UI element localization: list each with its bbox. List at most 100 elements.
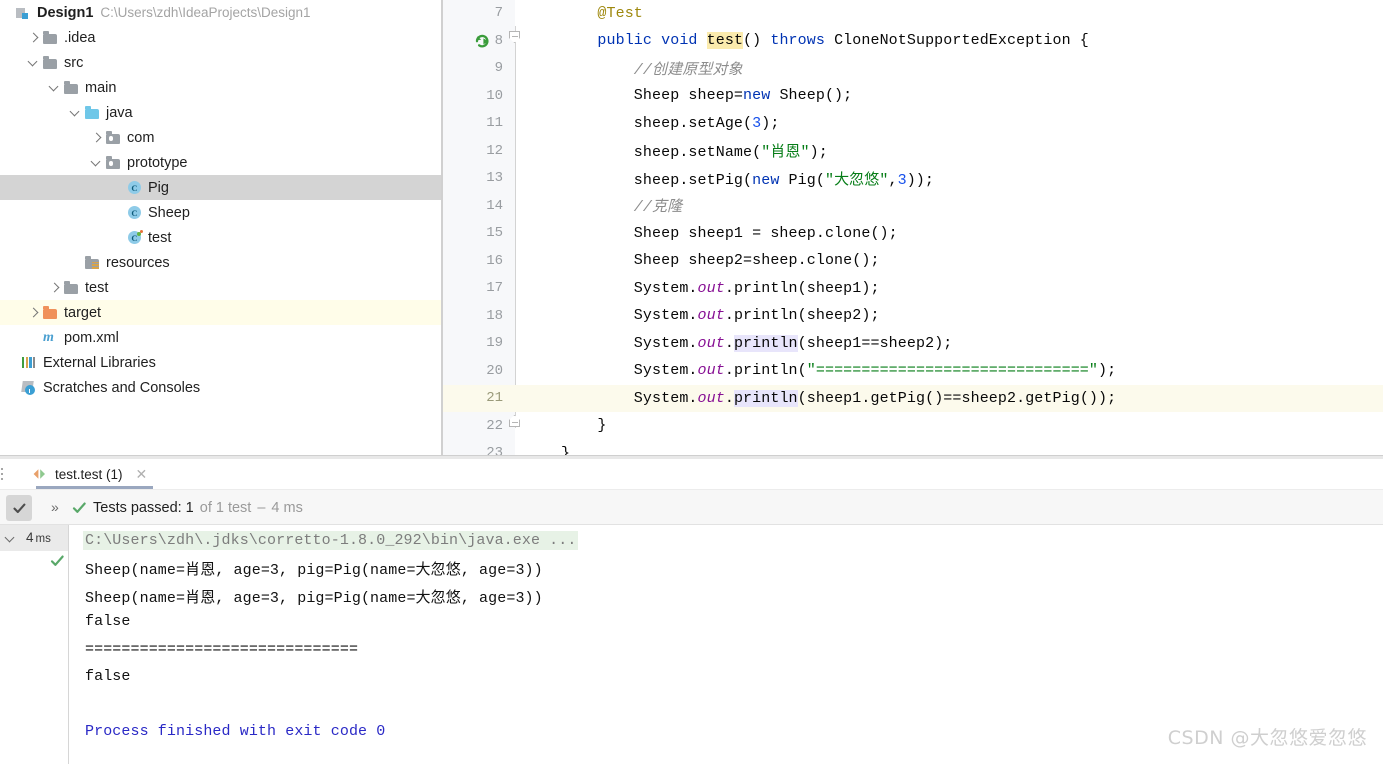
status-check-icon — [72, 501, 87, 515]
console-output-line: ============================== — [85, 641, 358, 658]
line-number: 10 — [443, 88, 503, 104]
twisty-icon[interactable] — [90, 156, 103, 169]
twisty-icon[interactable] — [27, 56, 40, 69]
code-line[interactable]: 14 //克隆 — [443, 192, 1383, 220]
console-command-line: C:\Users\zdh\.jdks\corretto-1.8.0_292\bi… — [83, 531, 578, 550]
tree-item-label: prototype — [127, 155, 187, 171]
twisty-placeholder — [6, 356, 19, 369]
code-line[interactable]: 13 sheep.setPig(new Pig("大忽悠",3)); — [443, 165, 1383, 193]
code-line[interactable]: 22 } — [443, 412, 1383, 440]
twisty-icon[interactable] — [90, 131, 103, 144]
source-folder-icon — [84, 105, 101, 121]
tree-row-java[interactable]: java — [0, 100, 443, 125]
line-number: 18 — [443, 308, 503, 324]
code-line[interactable]: 21 System.out.println(sheep1.getPig()==s… — [443, 385, 1383, 413]
run-tool-window: test.test (1) ✕ » Tests passed: 1 of 1 t… — [0, 459, 1383, 764]
tree-row-scratches-and-consoles[interactable]: Scratches and Consoles — [0, 375, 443, 400]
line-number: 12 — [443, 143, 503, 159]
twisty-placeholder — [27, 331, 40, 344]
tree-item-label: Pig — [148, 180, 169, 196]
tree-row-prototype[interactable]: prototype — [0, 150, 443, 175]
twisty-icon[interactable] — [0, 6, 13, 19]
tool-window-drag-handle[interactable] — [1, 468, 6, 480]
code-line[interactable]: 12 sheep.setName("肖恩"); — [443, 137, 1383, 165]
twisty-icon[interactable] — [27, 306, 40, 319]
tree-row-src[interactable]: src — [0, 50, 443, 75]
code-line[interactable]: 16 Sheep sheep2=sheep.clone(); — [443, 247, 1383, 275]
line-number: 11 — [443, 115, 503, 131]
code-text: Sheep sheep2=sheep.clone(); — [561, 252, 880, 269]
tree-row-project-root[interactable]: Design1 C:\Users\zdh\IdeaProjects\Design… — [0, 0, 443, 25]
code-line[interactable]: 23} — [443, 440, 1383, 456]
console-output-line: Sheep(name=肖恩, age=3, pig=Pig(name=大忽悠, … — [85, 586, 543, 607]
test-status-bar: » Tests passed: 1 of 1 test – 4 ms — [0, 489, 1383, 525]
code-line[interactable]: 18 System.out.println(sheep2); — [443, 302, 1383, 330]
run-configuration-tab[interactable]: test.test (1) ✕ — [22, 459, 153, 489]
package-icon — [105, 130, 122, 146]
java-class-icon: C — [126, 205, 143, 221]
code-line[interactable]: 7 @Test — [443, 0, 1383, 27]
test-root-duration: 4ms — [26, 530, 51, 545]
project-tool-window[interactable]: Design1 C:\Users\zdh\IdeaProjects\Design… — [0, 0, 443, 455]
tree-item-label: External Libraries — [43, 355, 156, 371]
idea-window: Design1 C:\Users\zdh\IdeaProjects\Design… — [0, 0, 1383, 764]
expand-chevrons-icon[interactable]: » — [51, 499, 59, 515]
code-line[interactable]: 10 Sheep sheep=new Sheep(); — [443, 82, 1383, 110]
tests-duration-label: 4 ms — [271, 500, 302, 516]
tests-passed-label: Tests passed: 1 — [93, 500, 194, 516]
close-icon[interactable]: ✕ — [136, 466, 148, 483]
twisty-placeholder — [111, 181, 124, 194]
line-number: 13 — [443, 170, 503, 186]
tree-row-main[interactable]: main — [0, 75, 443, 100]
line-number: 8 — [443, 33, 503, 49]
line-number: 22 — [443, 418, 503, 434]
twisty-icon[interactable] — [48, 281, 61, 294]
tree-item-label: pom.xml — [64, 330, 119, 346]
tree-item-label: target — [64, 305, 101, 321]
tree-row-com[interactable]: com — [0, 125, 443, 150]
code-line[interactable]: 19 System.out.println(sheep1==sheep2); — [443, 330, 1383, 358]
twisty-icon[interactable] — [27, 31, 40, 44]
line-number: 19 — [443, 335, 503, 351]
console-exit-line: Process finished with exit code 0 — [85, 723, 385, 740]
tree-item-label: .idea — [64, 30, 95, 46]
code-text: System.out.println(sheep1==sheep2); — [561, 335, 952, 352]
line-number: 14 — [443, 198, 503, 214]
code-editor[interactable]: 7 @Test8 public void test() throws Clone… — [443, 0, 1383, 455]
tree-row-pom-xml[interactable]: mpom.xml — [0, 325, 443, 350]
tree-row-test[interactable]: Ctest — [0, 225, 443, 250]
tree-row-resources[interactable]: resources — [0, 250, 443, 275]
tree-row--idea[interactable]: .idea — [0, 25, 443, 50]
twisty-icon[interactable] — [69, 106, 82, 119]
folder-icon — [63, 280, 80, 296]
test-tree-root-row[interactable]: 4ms — [0, 525, 68, 551]
tree-row-pig[interactable]: CPig — [0, 175, 443, 200]
project-icon — [15, 5, 32, 21]
code-line[interactable]: 8 public void test() throws CloneNotSupp… — [443, 27, 1383, 55]
status-dash: – — [257, 500, 265, 516]
tree-item-label: com — [127, 130, 154, 146]
twisty-icon[interactable] — [6, 534, 15, 543]
show-passed-toggle-button[interactable] — [6, 495, 32, 521]
tree-row-external-libraries[interactable]: External Libraries — [0, 350, 443, 375]
twisty-placeholder — [6, 381, 19, 394]
run-tab-label: test.test (1) — [55, 467, 123, 482]
line-number: 23 — [443, 445, 503, 455]
code-line[interactable]: 20 System.out.println("=================… — [443, 357, 1383, 385]
code-line[interactable]: 11 sheep.setAge(3); — [443, 110, 1383, 138]
tree-row-sheep[interactable]: CSheep — [0, 200, 443, 225]
test-results-tree[interactable]: 4ms — [0, 525, 68, 764]
twisty-icon[interactable] — [48, 81, 61, 94]
twisty-placeholder — [111, 231, 124, 244]
code-line[interactable]: 17 System.out.println(sheep1); — [443, 275, 1383, 303]
code-text: public void test() throws CloneNotSuppor… — [561, 32, 1089, 49]
tree-row-target[interactable]: target — [0, 300, 443, 325]
tree-item-label: test — [85, 280, 108, 296]
line-number: 7 — [443, 5, 503, 21]
code-text: System.out.println(sheep2); — [561, 307, 880, 324]
tree-row-test[interactable]: test — [0, 275, 443, 300]
code-line[interactable]: 15 Sheep sheep1 = sheep.clone(); — [443, 220, 1383, 248]
code-line[interactable]: 9 //创建原型对象 — [443, 55, 1383, 83]
watermark-text: CSDN @大忽悠爱忽悠 — [1168, 723, 1367, 750]
project-tree[interactable]: .ideasrcmainjavacomprototypeCPigCSheepCt… — [0, 25, 443, 400]
